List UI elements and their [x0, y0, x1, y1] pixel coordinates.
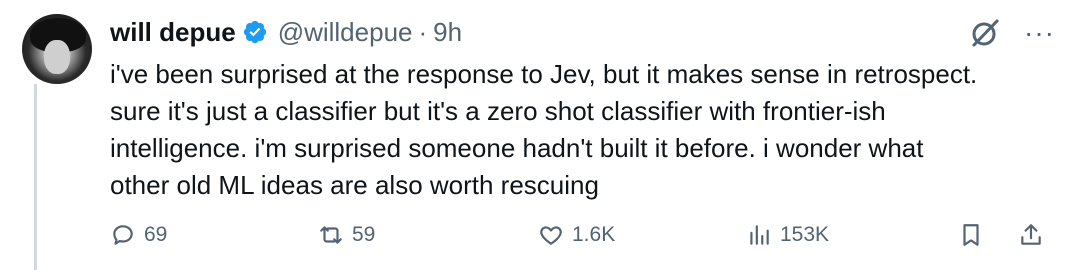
avatar[interactable]: [22, 14, 92, 84]
like-count: 1.6K: [572, 223, 616, 246]
retweet-count: 59: [352, 223, 376, 246]
separator-dot: ·: [418, 16, 428, 47]
tweet-content: will depue @willdepue · 9h ··· i've been…: [110, 12, 1055, 204]
verified-badge-icon: [242, 19, 268, 45]
thread-line: [34, 84, 37, 270]
tweet[interactable]: will depue @willdepue · 9h ··· i've been…: [0, 0, 1080, 270]
reply-button[interactable]: 69: [110, 222, 167, 248]
more-options-icon[interactable]: ···: [1024, 19, 1055, 47]
like-button[interactable]: 1.6K: [538, 222, 615, 248]
action-bar: 69 59 1.6K 153K: [110, 222, 1055, 258]
tweet-header: will depue @willdepue · 9h: [110, 12, 1055, 52]
bookmark-button[interactable]: [958, 222, 992, 248]
views-icon: [750, 225, 769, 245]
retweet-icon: [320, 226, 342, 244]
views-count: 153K: [780, 223, 830, 246]
share-icon: [1021, 224, 1041, 245]
grok-icon[interactable]: [968, 16, 1002, 50]
views-button[interactable]: 153K: [746, 222, 829, 248]
retweet-button[interactable]: 59: [318, 222, 375, 248]
avatar-face: [44, 40, 70, 74]
share-button[interactable]: [1018, 222, 1052, 248]
reply-icon: [113, 225, 133, 245]
tweet-text: i've been surprised at the response to J…: [110, 59, 978, 200]
avatar-column: [22, 14, 94, 84]
bookmark-icon: [963, 224, 979, 246]
author-name[interactable]: will depue: [110, 17, 236, 48]
reply-count: 69: [144, 223, 168, 246]
like-icon: [540, 226, 562, 245]
timestamp[interactable]: 9h: [433, 17, 462, 48]
header-actions: ···: [968, 16, 1055, 50]
author-handle[interactable]: @willdepue: [278, 17, 413, 48]
